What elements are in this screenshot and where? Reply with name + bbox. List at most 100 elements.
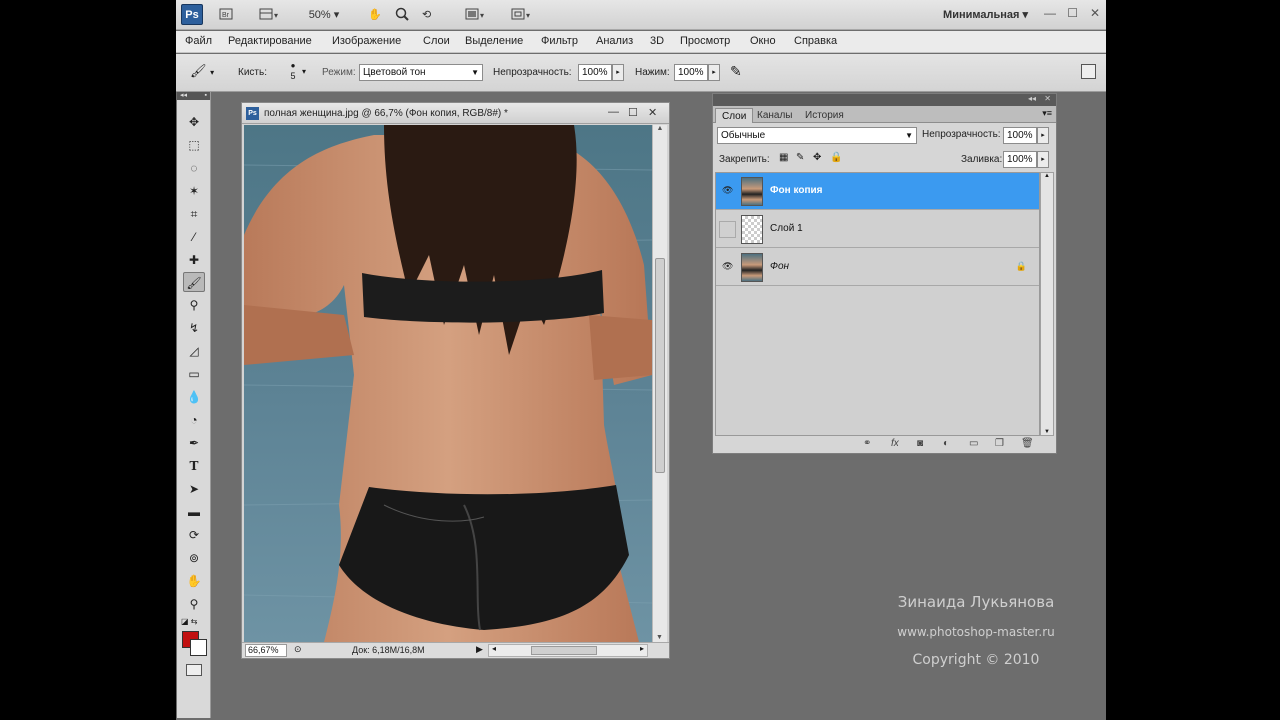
menu-analysis[interactable]: Анализ: [596, 35, 633, 47]
crop-tool-icon[interactable]: ⌗: [183, 204, 205, 224]
eraser-tool-icon[interactable]: ◿: [183, 341, 205, 361]
doc-maximize-icon[interactable]: ☐: [628, 106, 638, 119]
3d-orbit-tool-icon[interactable]: ⊚: [183, 548, 205, 568]
arrange-documents-icon[interactable]: ▾: [464, 6, 488, 24]
workspace-switcher[interactable]: Минимальная ▾: [943, 8, 1028, 21]
scroll-up-icon[interactable]: ▲: [653, 125, 667, 132]
visibility-toggle[interactable]: [719, 221, 736, 238]
new-group-icon[interactable]: ▭: [969, 438, 978, 449]
hand-tool-icon[interactable]: ✋: [368, 6, 382, 24]
shape-tool-icon[interactable]: ▬: [183, 502, 205, 522]
doc-minimize-icon[interactable]: —: [608, 106, 619, 118]
airbrush-icon[interactable]: ✎: [730, 63, 742, 80]
menu-file[interactable]: Файл: [185, 35, 212, 47]
new-layer-icon[interactable]: ❐: [995, 438, 1004, 449]
horizontal-scroll-thumb[interactable]: [531, 646, 597, 655]
lock-all-icon[interactable]: 🔒: [830, 152, 842, 163]
zoom-level-dropdown[interactable]: 50% ▾: [304, 6, 344, 24]
panel-toggle-icon[interactable]: [1081, 64, 1096, 79]
bridge-icon[interactable]: Br: [218, 6, 234, 24]
magic-wand-tool-icon[interactable]: ✶: [183, 181, 205, 201]
layer-mask-icon[interactable]: ◙: [917, 438, 923, 449]
healing-brush-tool-icon[interactable]: ✚: [183, 250, 205, 270]
maximize-icon[interactable]: ☐: [1067, 6, 1078, 20]
eyedropper-tool-icon[interactable]: ⁄: [183, 227, 205, 247]
tool-preset-picker[interactable]: 🖌 ▾: [190, 63, 230, 83]
type-tool-icon[interactable]: T: [183, 456, 205, 476]
zoom-field[interactable]: 66,67%: [245, 644, 287, 657]
fill-slider-button[interactable]: ▸: [1037, 151, 1049, 168]
eye-icon[interactable]: 👁: [722, 261, 734, 273]
scroll-left-icon[interactable]: ◂: [492, 644, 496, 653]
brush-picker[interactable]: ● 5 ▾: [278, 61, 308, 85]
eye-icon[interactable]: 👁: [722, 185, 734, 197]
scroll-right-icon[interactable]: ▸: [640, 644, 644, 653]
adjustment-layer-icon[interactable]: ◐: [943, 438, 949, 449]
mode-select[interactable]: Цветовой тон ▼: [359, 64, 483, 81]
default-colors-icon[interactable]: ◪ ⇆: [181, 617, 197, 626]
collapse-panel-icon[interactable]: ◂◂: [1028, 94, 1036, 103]
zoom-tool-icon[interactable]: ⚲: [183, 594, 205, 614]
screen-mode-icon[interactable]: ▾: [510, 6, 534, 24]
tab-history[interactable]: История: [799, 108, 850, 123]
blend-mode-select[interactable]: Обычные ▼: [717, 127, 917, 144]
history-brush-tool-icon[interactable]: ↯: [183, 318, 205, 338]
scroll-down-icon[interactable]: ▼: [656, 634, 663, 641]
layer-opacity-slider-button[interactable]: ▸: [1037, 127, 1049, 144]
marquee-tool-icon[interactable]: ⬚: [183, 135, 205, 155]
toolbox-grip[interactable]: ◂◂ ▪: [177, 92, 210, 100]
scroll-down-icon[interactable]: ▼: [1041, 429, 1053, 435]
layer-opacity-input[interactable]: 100%: [1003, 127, 1037, 144]
lasso-tool-icon[interactable]: ◌: [183, 158, 205, 178]
opacity-slider-button[interactable]: ▸: [612, 64, 624, 81]
clone-stamp-tool-icon[interactable]: ⚲: [183, 295, 205, 315]
pressure-input[interactable]: 100%: [674, 64, 708, 81]
panel-header[interactable]: ◂◂ ✕: [713, 94, 1056, 106]
image-canvas[interactable]: [244, 125, 652, 642]
gradient-tool-icon[interactable]: ▭: [183, 364, 205, 384]
tab-layers[interactable]: Слои: [715, 108, 754, 123]
menu-filter[interactable]: Фильтр: [541, 35, 578, 47]
opacity-input[interactable]: 100%: [578, 64, 612, 81]
layer-row[interactable]: Слой 1: [716, 211, 1039, 248]
move-tool-icon[interactable]: ✥: [183, 112, 205, 132]
menu-image[interactable]: Изображение: [332, 35, 401, 47]
pressure-slider-button[interactable]: ▸: [708, 64, 720, 81]
lock-transparency-icon[interactable]: ▦: [779, 152, 788, 163]
hand-tool-icon[interactable]: ✋: [183, 571, 205, 591]
quick-mask-icon[interactable]: [186, 664, 202, 676]
panel-close-icon[interactable]: ✕: [1044, 94, 1051, 103]
menu-window[interactable]: Окно: [750, 35, 776, 47]
scroll-up-icon[interactable]: ▲: [1041, 173, 1053, 179]
background-color-swatch[interactable]: [190, 639, 207, 656]
minimize-icon[interactable]: —: [1044, 6, 1056, 20]
vertical-scroll-thumb[interactable]: [655, 258, 665, 473]
lock-pixels-icon[interactable]: ✎: [796, 152, 804, 163]
layer-style-icon[interactable]: fx: [891, 438, 899, 449]
blur-tool-icon[interactable]: 💧: [183, 387, 205, 407]
close-icon[interactable]: ✕: [1090, 6, 1100, 20]
pen-tool-icon[interactable]: ✒: [183, 433, 205, 453]
lock-position-icon[interactable]: ✥: [813, 152, 821, 163]
layer-row[interactable]: 👁 Фон копия: [716, 173, 1039, 210]
menu-3d[interactable]: 3D: [650, 35, 664, 47]
layer-row[interactable]: 👁 Фон 🔒: [716, 249, 1039, 286]
path-selection-tool-icon[interactable]: ➤: [183, 479, 205, 499]
rotate-view-icon[interactable]: ⟲: [422, 6, 431, 24]
layers-scrollbar[interactable]: ▲ ▼: [1040, 172, 1054, 436]
menu-select[interactable]: Выделение: [465, 35, 523, 47]
fill-input[interactable]: 100%: [1003, 151, 1037, 168]
zoom-tool-icon[interactable]: [394, 6, 410, 24]
3d-rotate-tool-icon[interactable]: ⟳: [183, 525, 205, 545]
menu-edit[interactable]: Редактирование: [228, 35, 312, 47]
panel-menu-icon[interactable]: ▾≡: [1042, 108, 1052, 119]
doc-close-icon[interactable]: ✕: [648, 106, 657, 119]
tab-channels[interactable]: Каналы: [751, 108, 799, 123]
delete-layer-icon[interactable]: 🗑: [1021, 438, 1034, 449]
status-arrow-icon[interactable]: ▶: [476, 644, 483, 655]
menu-view[interactable]: Просмотр: [680, 35, 730, 47]
view-extras-icon[interactable]: ▾: [258, 6, 282, 24]
menu-help[interactable]: Справка: [794, 35, 837, 47]
link-layers-icon[interactable]: ⚭: [863, 438, 871, 449]
document-title-bar[interactable]: Ps полная женщина.jpg @ 66,7% (Фон копия…: [242, 103, 669, 124]
